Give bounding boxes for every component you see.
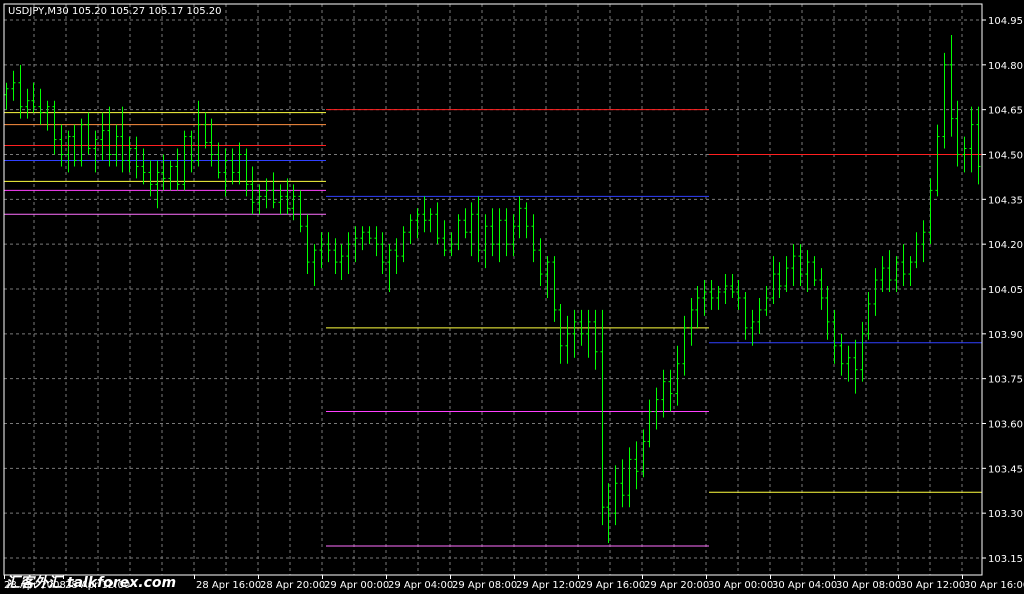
price-tick-label: 104.20 [988,240,1023,251]
time-tick-label: 30 Apr 08:00 [836,580,901,591]
time-tick-label: 29 Apr 12:00 [516,580,581,591]
time-tick-label: 29 Apr 00:00 [324,580,389,591]
time-tick-label: 29 Apr 20:00 [644,580,709,591]
price-tick-label: 104.95 [988,16,1023,27]
price-chart[interactable]: 104.95 104.80 104.65 104.50 104.35 104.20 104.… [0,0,1024,594]
time-tick-label: 29 Apr 08:00 [452,580,517,591]
time-tick-label: 30 Apr 00:00 [708,580,773,591]
chart-background [0,0,1024,594]
price-tick-label: 104.35 [988,195,1023,206]
chart-ohlc-readout: 105.20 105.27 105.17 105.20 [72,6,222,17]
time-tick-label: 28 Apr 20:00 [260,580,325,591]
time-tick-label: 30 Apr 12:00 [900,580,965,591]
price-tick-label: 103.30 [988,509,1023,520]
price-tick-label: 103.60 [988,420,1023,431]
time-tick-label: 30 Apr 16:00 [964,580,1024,591]
price-tick-label: 104.50 [988,151,1023,162]
time-tick-label: 29 Apr 16:00 [580,580,645,591]
price-tick-label: 103.90 [988,330,1023,341]
chart-symbol-label: USDJPY,M30 [8,6,69,17]
time-tick-label: 29 Apr 04:00 [388,580,453,591]
time-tick-label: 30 Apr 04:00 [772,580,837,591]
price-tick-label: 103.45 [988,464,1023,475]
price-tick-label: 104.80 [988,61,1023,72]
price-tick-label: 104.05 [988,285,1023,296]
price-tick-label: 104.65 [988,106,1023,117]
price-tick-label: 103.15 [988,554,1023,565]
price-tick-label: 103.75 [988,375,1023,386]
watermark-logo: 汇客外汇 talkforex.com [6,574,176,591]
time-tick-label: 28 Apr 16:00 [196,580,261,591]
